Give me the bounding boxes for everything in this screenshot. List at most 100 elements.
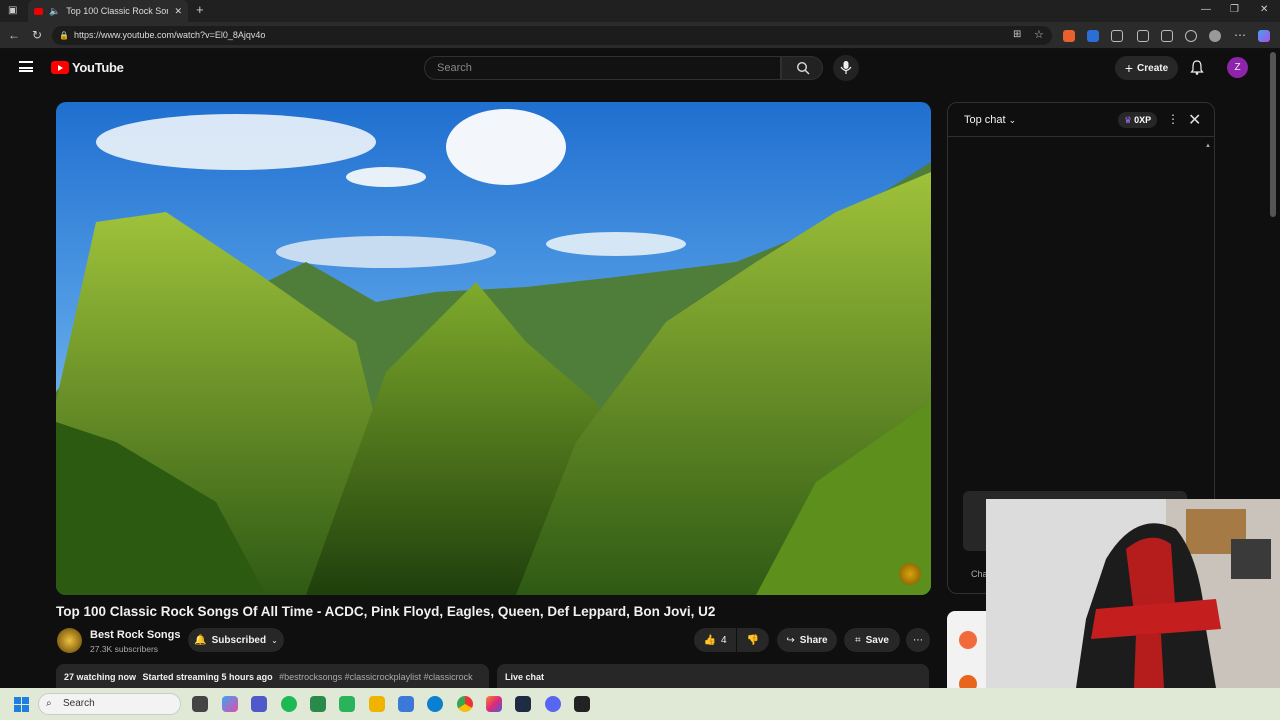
task-view-icon[interactable] bbox=[192, 696, 208, 712]
menu-hamburger-icon[interactable] bbox=[19, 61, 33, 72]
audio-playing-icon[interactable]: 🔈 bbox=[49, 6, 60, 17]
tab-title: Top 100 Classic Rock Songs bbox=[66, 6, 168, 16]
browser-essentials-icon[interactable] bbox=[1185, 30, 1197, 42]
thumbs-up-icon: 👍 bbox=[703, 634, 716, 646]
calculator-icon[interactable] bbox=[398, 696, 414, 712]
instagram-icon[interactable] bbox=[486, 696, 502, 712]
extensions-puzzle-icon[interactable] bbox=[1111, 30, 1123, 42]
top-chat-dropdown[interactable]: Top chat ⌄ bbox=[964, 114, 1016, 126]
webcam-image bbox=[986, 499, 1280, 688]
new-tab-button[interactable]: + bbox=[196, 2, 204, 17]
search-input[interactable]: Search bbox=[424, 56, 781, 80]
refresh-icon[interactable]: ↻ bbox=[32, 28, 42, 42]
channel-watermark-icon[interactable] bbox=[899, 563, 921, 585]
copilot-icon[interactable] bbox=[1258, 30, 1270, 42]
youtube-logo[interactable]: YouTube bbox=[51, 60, 124, 75]
minimize-icon[interactable]: — bbox=[1201, 4, 1211, 15]
share-button[interactable]: ↪ Share bbox=[777, 628, 837, 652]
youtube-header: YouTube Search + Create Z bbox=[0, 49, 1280, 87]
more-menu-icon[interactable]: ⋯ bbox=[1234, 28, 1246, 42]
extension-icon[interactable] bbox=[1063, 30, 1075, 42]
scroll-up-arrow-icon[interactable]: ▲ bbox=[1205, 143, 1211, 149]
live-chat-tab[interactable]: Live chat bbox=[497, 664, 929, 688]
lock-icon[interactable]: 🔒 bbox=[59, 26, 69, 45]
bell-icon: 🔔 bbox=[194, 634, 207, 646]
channel-avatar[interactable] bbox=[57, 628, 82, 653]
youtube-play-logo-icon bbox=[51, 61, 69, 74]
microphone-icon bbox=[840, 61, 852, 74]
teams-icon[interactable] bbox=[251, 696, 267, 712]
profile-icon[interactable] bbox=[1209, 30, 1221, 42]
app-icon[interactable] bbox=[574, 696, 590, 712]
app-icon[interactable] bbox=[339, 696, 355, 712]
video-frame-landscape bbox=[56, 102, 931, 595]
thumbs-down-icon: 👎 bbox=[746, 634, 760, 646]
edge-icon[interactable] bbox=[427, 696, 443, 712]
page-scrollbar[interactable] bbox=[1270, 52, 1276, 217]
watching-count: 27 watching now bbox=[64, 672, 137, 682]
voice-search-button[interactable] bbox=[833, 55, 859, 81]
dislike-button[interactable]: 👎 bbox=[737, 628, 769, 652]
address-bar[interactable]: 🔒 https://www.youtube.com/watch?v=El0_8A… bbox=[52, 26, 1052, 45]
like-count: 4 bbox=[720, 634, 727, 646]
close-chat-icon[interactable]: ✕ bbox=[1188, 110, 1201, 130]
save-label: Save bbox=[865, 634, 889, 646]
window-menu-icon[interactable]: ▣ bbox=[8, 5, 17, 16]
split-screen-icon[interactable] bbox=[1137, 30, 1149, 42]
search-icon: ⌕ bbox=[46, 698, 52, 709]
browser-titlebar: ▣ 🔈 Top 100 Classic Rock Songs ✕ + — ❐ ✕ bbox=[0, 0, 1280, 22]
create-button[interactable]: + Create bbox=[1115, 56, 1178, 80]
plus-icon: + bbox=[1124, 60, 1134, 76]
more-vert-icon[interactable]: ⋮ bbox=[1167, 112, 1179, 126]
spotify-icon[interactable] bbox=[281, 696, 297, 712]
like-button[interactable]: 👍 4 bbox=[694, 628, 736, 652]
favorite-star-icon[interactable]: ☆ bbox=[1034, 28, 1044, 41]
search-button[interactable] bbox=[781, 56, 823, 80]
account-avatar[interactable]: Z bbox=[1227, 57, 1248, 78]
close-window-icon[interactable]: ✕ bbox=[1260, 4, 1268, 15]
save-button[interactable]: ⌗ Save bbox=[844, 628, 900, 652]
youtube-favicon-icon bbox=[34, 7, 43, 15]
video-description[interactable]: 27 watching now Started streaming 5 hour… bbox=[56, 664, 489, 688]
webcam-overlay bbox=[986, 499, 1280, 688]
video-player[interactable] bbox=[56, 102, 931, 595]
logo-text: YouTube bbox=[72, 60, 124, 75]
more-actions-button[interactable]: ⋯ bbox=[906, 628, 930, 652]
collections-icon[interactable] bbox=[1161, 30, 1173, 42]
windows-start-icon[interactable] bbox=[14, 697, 29, 712]
create-label: Create bbox=[1137, 62, 1169, 74]
subscribed-label: Subscribed bbox=[211, 634, 267, 646]
chat-header: Top chat ⌄ 0XP ⋮ ✕ bbox=[948, 103, 1214, 137]
subscribed-button[interactable]: 🔔 Subscribed ⌄ bbox=[188, 628, 284, 652]
xp-badge[interactable]: 0XP bbox=[1118, 112, 1158, 128]
chevron-down-icon: ⌄ bbox=[271, 635, 278, 645]
hashtags[interactable]: #bestrocksongs #classicrockplaylist #cla… bbox=[279, 672, 473, 682]
notifications-bell-icon[interactable] bbox=[1190, 60, 1204, 75]
stream-start: Started streaming 5 hours ago bbox=[142, 672, 273, 682]
tab-close-icon[interactable]: ✕ bbox=[174, 6, 182, 17]
copilot-taskbar-icon[interactable] bbox=[222, 696, 238, 712]
browser-tab-active[interactable]: 🔈 Top 100 Classic Rock Songs ✕ bbox=[28, 0, 188, 22]
chevron-down-icon: ⌄ bbox=[1008, 115, 1017, 125]
discord-icon[interactable] bbox=[545, 696, 561, 712]
chrome-icon[interactable] bbox=[457, 696, 473, 712]
extension-icon[interactable] bbox=[1087, 30, 1099, 42]
more-horizontal-icon: ⋯ bbox=[913, 634, 923, 646]
read-aloud-icon[interactable]: ⊞ bbox=[1013, 29, 1021, 40]
taskbar-search[interactable]: ⌕ Search bbox=[38, 693, 181, 715]
search-icon bbox=[796, 61, 810, 75]
channel-name[interactable]: Best Rock Songs bbox=[90, 629, 180, 641]
kodi-icon[interactable] bbox=[515, 696, 531, 712]
share-arrow-icon: ↪ bbox=[786, 634, 795, 646]
subscriber-count: 27.3K subscribers bbox=[90, 644, 159, 654]
sponsor-logo-icon bbox=[959, 631, 977, 649]
back-icon[interactable]: ← bbox=[8, 28, 20, 42]
file-explorer-icon[interactable] bbox=[369, 696, 385, 712]
share-label: Share bbox=[799, 634, 828, 646]
restore-icon[interactable]: ❐ bbox=[1230, 4, 1239, 15]
sheets-icon[interactable] bbox=[310, 696, 326, 712]
video-title: Top 100 Classic Rock Songs Of All Time -… bbox=[56, 604, 716, 619]
url-text: https://www.youtube.com/watch?v=El0_8Ajq… bbox=[74, 30, 266, 40]
taskbar-search-label: Search bbox=[63, 698, 95, 709]
top-chat-label: Top chat bbox=[964, 114, 1006, 126]
